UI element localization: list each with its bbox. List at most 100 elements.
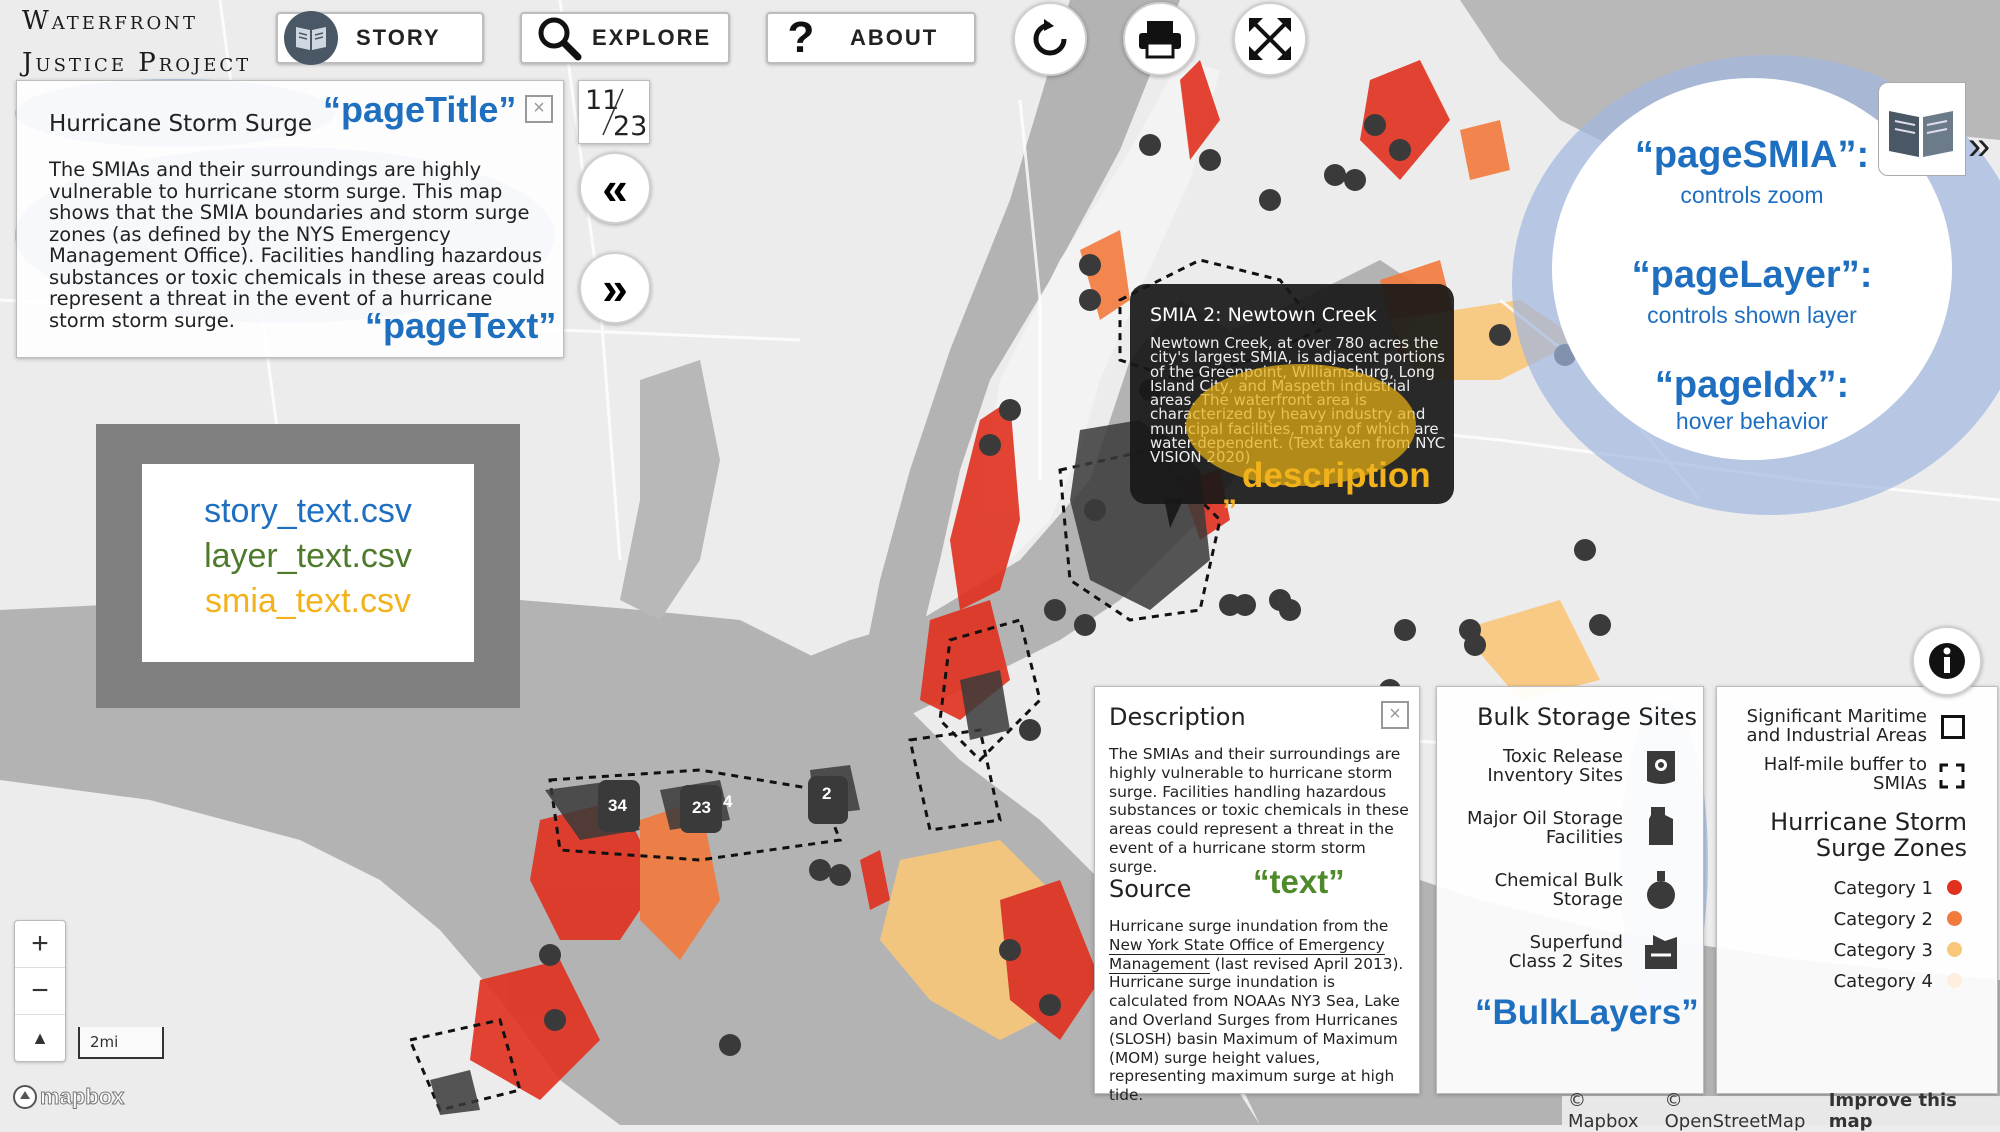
toxic-release-label-1: Toxic Release [1503,746,1623,767]
print-button[interactable] [1123,2,1197,76]
attribution-mapbox[interactable]: © Mapbox [1568,1090,1659,1132]
oil-storage-label-2: Facilities [1545,827,1623,848]
annotation-pagetitle: “pageTitle” [323,89,517,130]
bulk-heading: Bulk Storage Sites [1477,703,1697,731]
csv-files-box: story_text.csv layer_text.csv smia_text.… [142,464,474,662]
superfund-icon [1645,935,1677,969]
magnifier-icon [532,11,586,65]
tooltip-pointer [1164,498,1184,528]
oil-storage-label-1: Major Oil Storage [1466,808,1623,829]
annotation-pagelayer-desc: controls shown layer [1647,302,1857,328]
source-heading: Source [1109,875,1192,903]
annotation-pagetext: “pageText” [365,305,557,346]
chemical-bulk-label-1: Chemical Bulk [1494,870,1623,891]
info-button[interactable] [1912,626,1982,696]
legend-oil-storage[interactable]: Major Oil Storage Facilities [1437,809,1623,847]
explore-button[interactable]: EXPLORE [520,12,730,64]
close-description-button[interactable]: × [1381,701,1409,729]
mapbox-logo-text: mapbox [39,1084,125,1110]
description-text: The SMIAs and their surroundings are hig… [1109,745,1409,876]
legend-category-3[interactable]: Category 3 [1717,941,1933,960]
next-page-button[interactable]: » [579,252,651,324]
annotation-description: description [1242,456,1431,495]
zoom-out-button[interactable]: − [15,968,65,1015]
map-zoom-control: + − ▲ [14,920,66,1062]
oil-storage-icon [1649,807,1673,845]
page-counter: 11 23 [578,80,650,144]
brand-line-2: Justice Project [22,48,252,78]
attribution-improve[interactable]: Improve this map [1829,1090,2000,1132]
smia-tooltip: SMIA 2: Newtown Creek Newtown Creek, at … [1130,284,1454,504]
tooltip-title: SMIA 2: Newtown Creek [1150,304,1377,326]
category-4-swatch [1947,973,1962,988]
annotation-pagesmia-desc: controls zoom [1680,182,1824,208]
site-logo[interactable]: Waterfront Justice Project [22,0,251,84]
buffer-label-2: SMIAs [1873,773,1927,794]
scale-label: 2mi [90,1033,119,1051]
brand-line-1: Waterfront [22,6,198,36]
source-text: Hurricane surge inundation from the New … [1109,917,1409,1105]
source-text-1: Hurricane surge inundation from the [1109,917,1389,935]
legend-category-1[interactable]: Category 1 [1717,879,1933,898]
legend-toxic-release[interactable]: Toxic Release Inventory Sites [1437,747,1623,785]
about-label: ABOUT [850,25,939,50]
legend-panel: Significant Maritime and Industrial Area… [1716,686,1998,1094]
category-1-swatch [1947,880,1962,895]
double-chevron-left-icon: « [602,162,628,214]
expand-sidebar-icon[interactable]: » [1968,124,1990,169]
page-total: 23 [613,111,648,142]
reset-icon [1033,19,1067,56]
story-thumbnail-icon [1889,111,1953,157]
attribution-osm[interactable]: © OpenStreetMap [1665,1090,1823,1132]
smia-number-2[interactable]: 2 [822,784,831,804]
question-icon: ? [787,13,815,62]
smia-number-4[interactable]: 4 [723,792,732,812]
mapbox-logo[interactable]: mapbox [12,1084,125,1110]
surge-title-2: Surge Zones [1815,834,1967,862]
buffer-label-1: Half-mile buffer to [1763,754,1927,775]
story-thumbnail-tab[interactable] [1878,82,1966,176]
description-heading: Description [1109,703,1246,731]
expand-arrows-icon [1249,18,1291,60]
annotation-pageidx: “pageIdx”: [1654,364,1850,406]
explore-label: EXPLORE [592,25,712,50]
smia-label-2: and Industrial Areas [1746,725,1927,746]
prev-page-button[interactable]: « [579,152,651,224]
category-2-swatch [1947,911,1962,926]
reset-button[interactable] [1013,2,1087,76]
surge-legend-title: Hurricane Storm Surge Zones [1717,809,1967,861]
zoom-in-button[interactable]: + [15,921,65,968]
compass-button[interactable]: ▲ [15,1015,65,1061]
info-icon [1929,643,1965,679]
double-chevron-right-icon: » [602,262,628,314]
story-panel: Hurricane Storm Surge × The SMIAs and th… [16,80,564,358]
legend-superfund[interactable]: Superfund Class 2 Sites [1437,933,1623,971]
story-label: STORY [356,25,441,50]
legend-buffer[interactable]: Half-mile buffer to SMIAs [1717,755,1927,793]
close-story-button[interactable]: × [525,95,553,123]
annotation-description-quote: ” [1222,494,1237,527]
about-button[interactable]: ? ABOUT [766,12,976,64]
legend-smia[interactable]: Significant Maritime and Industrial Area… [1717,707,1927,745]
superfund-label-2: Class 2 Sites [1508,951,1623,972]
legend-category-2[interactable]: Category 2 [1717,910,1933,929]
annotation-bulklayers: “BulkLayers” [1475,993,1699,1032]
fullscreen-button[interactable] [1233,2,1307,76]
buffer-swatch-icon [1939,763,1965,789]
legend-chemical-bulk[interactable]: Chemical Bulk Storage [1437,871,1623,909]
toxic-release-label-2: Inventory Sites [1487,765,1623,786]
scale-bar: 2mi [78,1027,164,1059]
category-3-swatch [1947,942,1962,957]
chemical-bulk-label-2: Storage [1552,889,1623,910]
smia-swatch-icon [1941,715,1965,739]
smia-label-1: Significant Maritime [1746,706,1927,727]
smia-number-23[interactable]: 23 [692,798,711,818]
smia-number-34[interactable]: 34 [608,796,627,816]
book-icon [284,11,338,65]
toxic-release-icon [1647,751,1675,784]
page-title: Hurricane Storm Surge [49,111,312,137]
csv-files-frame: story_text.csv layer_text.csv smia_text.… [96,424,520,708]
annotation-pagelayer: “pageLayer”: [1631,254,1873,296]
legend-category-4[interactable]: Category 4 [1717,972,1933,991]
story-button[interactable]: STORY [276,11,484,65]
